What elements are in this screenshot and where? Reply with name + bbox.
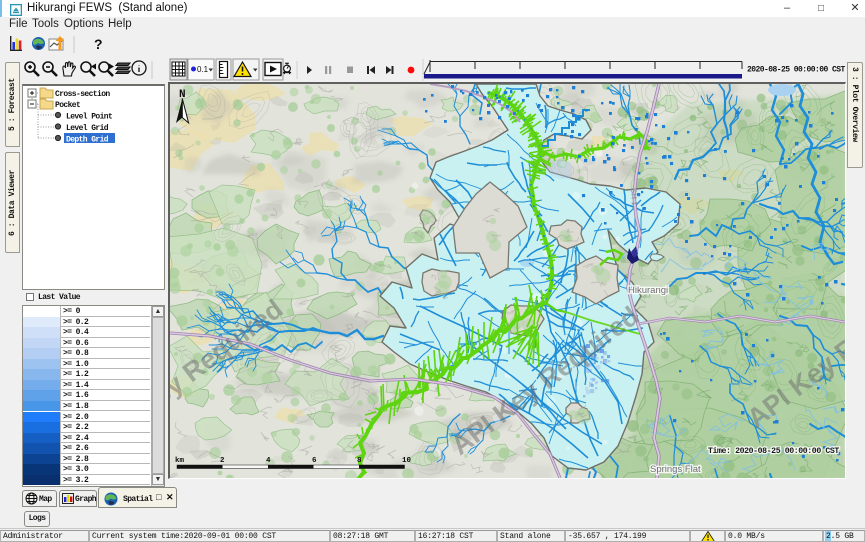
svg-text:0.1: 0.1 [197,65,209,74]
svg-text:Depth Grid: Depth Grid [66,136,109,145]
svg-text:?: ? [94,36,103,52]
svg-text:Cross-section: Cross-section [55,90,110,99]
svg-text:SH 1: SH 1 [629,188,639,207]
svg-text:10: 10 [402,457,412,465]
svg-text:Springs Flat: Springs Flat [650,464,701,475]
svg-text:8: 8 [357,457,362,465]
svg-text:km: km [175,457,185,465]
svg-text:Time: 2020-08-25 00:00:00 CST: Time: 2020-08-25 00:00:00 CST [708,446,839,456]
svg-text:Level Point: Level Point [66,113,113,122]
svg-text:2: 2 [220,457,225,465]
svg-text:6: 6 [312,457,317,465]
svg-text:Pocket: Pocket [55,101,81,110]
svg-text:4: 4 [266,457,271,465]
svg-text:2020-08-25 00:00:00 CST: 2020-08-25 00:00:00 CST [747,66,846,75]
svg-text:Level Grid: Level Grid [66,124,109,133]
svg-text:Hikurangi: Hikurangi [628,285,668,296]
